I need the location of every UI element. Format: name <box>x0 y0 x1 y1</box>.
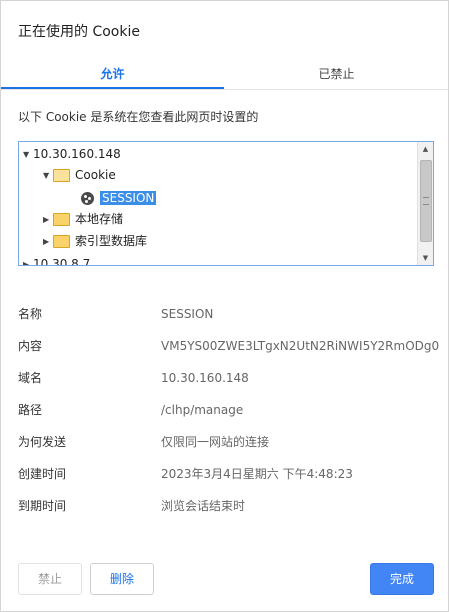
expand-right-icon[interactable]: ▶ <box>23 255 33 266</box>
expand-down-icon[interactable]: ▼ <box>23 145 33 165</box>
detail-label: 域名 <box>18 371 43 385</box>
detail-row-created: 创建时间 2023年3月4日星期六 下午4:48:23 <box>1 464 448 484</box>
scroll-thumb[interactable] <box>420 160 432 242</box>
tree-item-local-storage[interactable]: ▶ 本地存储 <box>43 209 123 229</box>
host-label: 10.30.160.148 <box>33 147 121 161</box>
cookie-label: SESSION <box>100 191 157 205</box>
folder-open-icon <box>53 169 70 182</box>
cookie-icon <box>81 192 94 205</box>
tree-item-session[interactable]: SESSION <box>81 188 157 208</box>
detail-label: 路径 <box>18 403 43 417</box>
expand-right-icon[interactable]: ▶ <box>43 210 53 230</box>
tree-item-host[interactable]: ▶ 10.30.8.7 <box>23 254 91 266</box>
folder-icon <box>53 213 70 226</box>
detail-row-name: 名称 SESSION <box>1 304 448 324</box>
detail-label: 到期时间 <box>18 499 67 513</box>
detail-value: 10.30.160.148 <box>161 371 249 385</box>
tab-bar: 允许 已禁止 <box>1 61 448 90</box>
detail-label: 创建时间 <box>18 467 67 481</box>
detail-value: VM5YS00ZWE3LTgxN2UtN2RiNWI5Y2RmODg0 <box>161 339 440 353</box>
description-text: 以下 Cookie 是系统在您查看此网页时设置的 <box>18 110 259 124</box>
cookies-dialog: 正在使用的 Cookie 允许 已禁止 以下 Cookie 是系统在您查看此网页… <box>0 0 449 612</box>
expand-right-icon[interactable]: ▶ <box>43 232 53 252</box>
expand-down-icon[interactable]: ▼ <box>43 166 53 186</box>
detail-value: SESSION <box>161 307 214 321</box>
detail-row-path: 路径 /clhp/manage <box>1 400 448 420</box>
detail-label: 内容 <box>18 339 43 353</box>
dialog-title: 正在使用的 Cookie <box>18 24 140 40</box>
folder-icon <box>53 235 70 248</box>
folder-label: 索引型数据库 <box>75 234 148 248</box>
scroll-down-icon[interactable]: ▼ <box>418 251 433 265</box>
detail-value: /clhp/manage <box>161 403 244 417</box>
detail-row-expires: 到期时间 浏览会话结束时 <box>1 496 448 516</box>
detail-row-content: 内容 VM5YS00ZWE3LTgxN2UtN2RiNWI5Y2RmODg0 <box>1 336 448 356</box>
cookie-tree[interactable]: ▼ 10.30.160.148 ▼ Cookie SESSION ▶ 本地存储 ▶ 索引… <box>18 141 434 266</box>
host-label: 10.30.8.7 <box>33 257 91 266</box>
grip-icon <box>423 197 429 205</box>
block-button[interactable]: 禁止 <box>18 563 82 595</box>
scroll-up-icon[interactable]: ▲ <box>418 142 433 156</box>
detail-value: 仅限同一网站的连接 <box>161 435 270 449</box>
detail-row-domain: 域名 10.30.160.148 <box>1 368 448 388</box>
detail-value: 浏览会话结束时 <box>161 499 246 513</box>
detail-row-send-for: 为何发送 仅限同一网站的连接 <box>1 432 448 452</box>
detail-value: 2023年3月4日星期六 下午4:48:23 <box>161 467 353 481</box>
tab-blocked[interactable]: 已禁止 <box>225 61 448 89</box>
remove-button[interactable]: 删除 <box>90 563 154 595</box>
detail-label: 为何发送 <box>18 435 67 449</box>
tree-item-indexed-db[interactable]: ▶ 索引型数据库 <box>43 231 147 251</box>
tree-scrollbar[interactable]: ▲ ▼ <box>417 142 433 265</box>
tab-allowed[interactable]: 允许 <box>1 61 224 89</box>
tree-item-host[interactable]: ▼ 10.30.160.148 <box>23 144 121 164</box>
tree-item-cookie-folder[interactable]: ▼ Cookie <box>43 165 116 185</box>
folder-label: 本地存储 <box>75 212 124 226</box>
detail-label: 名称 <box>18 307 43 321</box>
done-button[interactable]: 完成 <box>370 563 434 595</box>
folder-label: Cookie <box>75 168 116 182</box>
